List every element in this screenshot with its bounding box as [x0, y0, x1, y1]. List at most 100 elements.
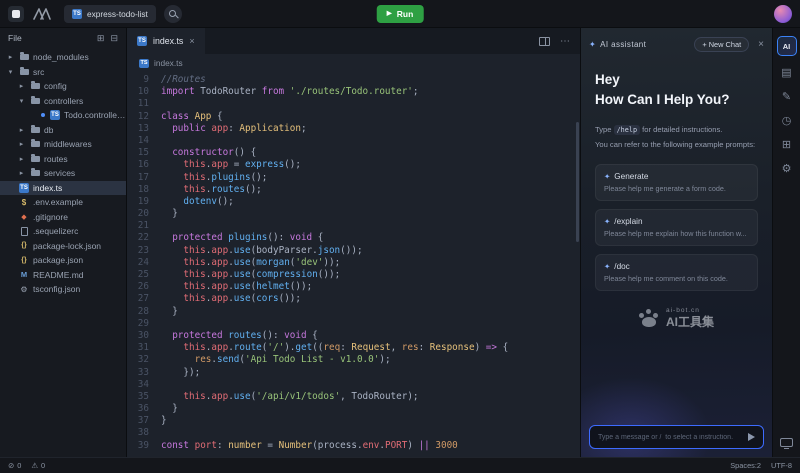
- code-line: 36 }: [127, 403, 580, 415]
- tree-item-package.json[interactable]: {} package.json: [0, 253, 126, 268]
- typescript-icon: TS: [137, 36, 147, 46]
- file-label: .gitignore: [33, 212, 68, 222]
- files-icon[interactable]: ▤: [781, 68, 791, 79]
- run-button[interactable]: ▶ Run: [377, 5, 424, 23]
- project-tab[interactable]: TS express-todo-list: [64, 5, 156, 23]
- tree-item-.gitignore[interactable]: ◆ .gitignore: [0, 210, 126, 225]
- tree-item-node_modules[interactable]: ▸node_modules: [0, 50, 126, 65]
- tree-item-src[interactable]: ▾src: [0, 65, 126, 80]
- gear-icon: ⚙: [19, 284, 29, 294]
- prompt-cards: ✦GeneratePlease help me generate a form …: [581, 152, 772, 291]
- code-line: 29: [127, 318, 580, 330]
- tree-item-middlewares[interactable]: ▸ middlewares: [0, 137, 126, 152]
- editor: TS index.ts × ⋯ TS index.ts 9//Routes10i…: [127, 28, 580, 457]
- json-icon: {}: [19, 255, 29, 265]
- file-label: middlewares: [44, 139, 92, 149]
- file-label: .sequelizerc: [33, 226, 78, 236]
- tab-index-ts[interactable]: TS index.ts ×: [127, 28, 205, 54]
- code-line: 21: [127, 220, 580, 232]
- sparkle-icon: ✦: [604, 262, 610, 271]
- prompt-card[interactable]: ✦/explainPlease help me explain how this…: [595, 209, 758, 246]
- tree-item-.sequelizerc[interactable]: .sequelizerc: [0, 224, 126, 239]
- code-line: 13 public app: Application;: [127, 123, 580, 135]
- tree-item-routes[interactable]: ▸routes: [0, 152, 126, 167]
- collapse-folders-icon[interactable]: ⊟: [110, 33, 118, 44]
- tree-item-tsconfig.json[interactable]: ⚙tsconfig.json: [0, 282, 126, 297]
- prompt-card[interactable]: ✦/docPlease help me comment on this code…: [595, 254, 758, 291]
- settings-icon[interactable]: ⚙: [782, 164, 792, 175]
- prompt-description: Please help me comment on this code.: [604, 274, 749, 283]
- sparkle-icon: ✦: [604, 172, 610, 181]
- avatar[interactable]: [774, 5, 792, 23]
- tree-item-README.md[interactable]: MREADME.md: [0, 268, 126, 283]
- chevron-icon: ▸: [17, 140, 26, 148]
- editor-scrollbar[interactable]: [576, 122, 579, 242]
- code-line: 16 this.app = express();: [127, 159, 580, 171]
- code-line: 26 this.app.use(helmet());: [127, 281, 580, 293]
- tree-item-db[interactable]: ▸db: [0, 123, 126, 138]
- warnings-indicator[interactable]: ⚠ 0: [31, 461, 45, 470]
- tree-item-config[interactable]: ▸config: [0, 79, 126, 94]
- code-lines: 9//Routes10import TodoRouter from './rou…: [127, 74, 580, 452]
- code-line: 19 dotenv();: [127, 196, 580, 208]
- markdown-icon: M: [19, 270, 29, 280]
- code-line: 18 this.routes();: [127, 184, 580, 196]
- run-label: Run: [397, 9, 414, 19]
- app-logo-icon[interactable]: [8, 6, 24, 22]
- close-icon[interactable]: ×: [189, 36, 194, 46]
- code-line: 39const port: number = Number(process.en…: [127, 440, 580, 452]
- folder-icon: [30, 125, 40, 135]
- indent-setting[interactable]: Spaces:2: [730, 461, 761, 470]
- extensions-icon[interactable]: ⊞: [782, 140, 791, 151]
- typescript-icon: TS: [139, 59, 149, 68]
- app-window: TS express-todo-list ▶ Run File ⊞ ⊟ ▸nod…: [0, 0, 800, 473]
- tree-item-controllers[interactable]: ▾controllers: [0, 94, 126, 109]
- folder-icon: [30, 96, 40, 106]
- tree-item-index.ts[interactable]: TSindex.ts: [0, 181, 126, 196]
- breadcrumb[interactable]: TS index.ts: [127, 54, 580, 72]
- code-line: 38: [127, 427, 580, 439]
- encoding-setting[interactable]: UTF-8: [771, 461, 792, 470]
- ai-badge[interactable]: AI: [777, 36, 797, 56]
- tree-item-package-lock.json[interactable]: {}package-lock.json: [0, 239, 126, 254]
- more-icon[interactable]: ⋯: [560, 36, 570, 47]
- code-area[interactable]: 9//Routes10import TodoRouter from './rou…: [127, 72, 580, 457]
- file-icon: [19, 226, 29, 236]
- topbar: TS express-todo-list ▶ Run: [0, 0, 800, 28]
- file-label: package-lock.json: [33, 241, 101, 251]
- file-explorer: File ⊞ ⊟ ▸node_modules▾src▸config▾contro…: [0, 28, 127, 457]
- new-chat-button[interactable]: + New Chat: [694, 37, 749, 52]
- errors-indicator[interactable]: ⊘ 0: [8, 461, 21, 470]
- close-icon[interactable]: ×: [758, 39, 764, 50]
- chevron-icon: ▸: [17, 155, 26, 163]
- tree-item-.env.example[interactable]: $.env.example: [0, 195, 126, 210]
- split-editor-icon[interactable]: [539, 37, 550, 46]
- screen-icon[interactable]: [780, 438, 793, 447]
- hint-text2: You can refer to the following example p…: [595, 138, 758, 152]
- file-label: .env.example: [33, 197, 83, 207]
- file-label: package.json: [33, 255, 83, 265]
- git-icon: ◆: [19, 212, 29, 222]
- paw-logo-icon: [639, 309, 659, 327]
- ai-assistant-panel: ✦ AI assistant + New Chat × Hey How Can …: [580, 28, 772, 457]
- code-line: 28 }: [127, 306, 580, 318]
- file-label: Todo.controller.ts: [64, 110, 126, 120]
- prompt-title: Generate: [614, 172, 648, 181]
- greeting-line1: Hey: [595, 70, 758, 90]
- tree-item-services[interactable]: ▸services: [0, 166, 126, 181]
- edit-icon[interactable]: ✎: [782, 92, 791, 103]
- right-strip-icons: ▤ ✎ ◷ ⊞ ⚙: [781, 68, 791, 175]
- send-icon[interactable]: [748, 433, 755, 441]
- new-file-icon[interactable]: ⊞: [97, 33, 105, 44]
- error-count: 0: [17, 461, 21, 470]
- tree-item-Todo.controller.ts[interactable]: TSTodo.controller.ts: [0, 108, 126, 123]
- brand-logo: [32, 7, 56, 21]
- prompt-card[interactable]: ✦GeneratePlease help me generate a form …: [595, 164, 758, 201]
- history-icon[interactable]: ◷: [782, 116, 792, 127]
- search-button[interactable]: [164, 5, 182, 23]
- file-label: index.ts: [33, 183, 62, 193]
- code-line: 10import TodoRouter from './routes/Todo.…: [127, 86, 580, 98]
- ai-message-input[interactable]: [598, 434, 742, 441]
- file-label: db: [44, 125, 53, 135]
- tab-label: index.ts: [153, 36, 183, 46]
